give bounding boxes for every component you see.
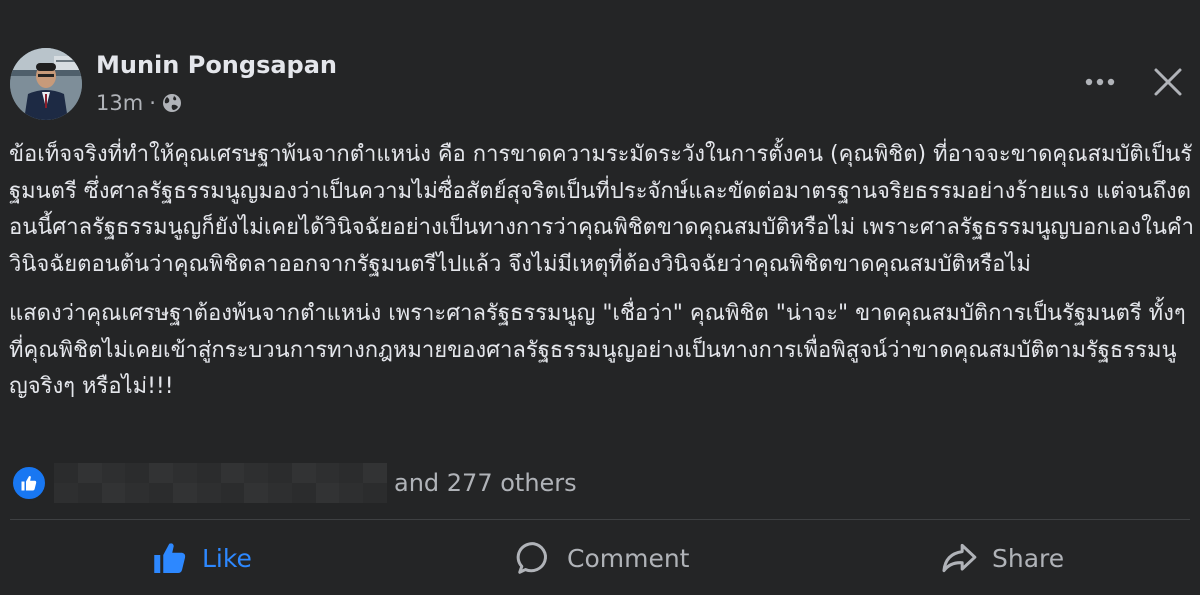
- author-name[interactable]: Munin Pongsapan: [96, 51, 337, 79]
- redaction-pixel: [101, 483, 126, 503]
- post-header: Munin Pongsapan 13m ·: [0, 0, 1200, 130]
- redaction-pixel: [363, 463, 387, 483]
- redaction-pixel: [268, 463, 292, 483]
- comment-icon: [515, 539, 553, 577]
- redaction-pixel: [125, 483, 150, 503]
- redaction-pixel: [363, 483, 387, 503]
- redaction-pixel: [77, 463, 102, 483]
- author-avatar[interactable]: [10, 48, 82, 120]
- redaction-pixel: [220, 483, 245, 503]
- actions-divider: [10, 519, 1190, 520]
- redaction-pixel: [172, 483, 197, 503]
- redaction-pixel: [315, 463, 340, 483]
- post-meta: 13m ·: [96, 91, 182, 115]
- globe-icon[interactable]: [162, 93, 182, 113]
- redaction-pixel: [125, 463, 150, 483]
- redaction-pixel: [339, 483, 364, 503]
- like-reaction-icon: [11, 465, 47, 501]
- redaction-pixel: [196, 483, 221, 503]
- close-button[interactable]: [1146, 60, 1190, 104]
- redaction-pixel: [291, 483, 316, 503]
- redaction-pixel: [149, 463, 173, 483]
- redaction-pixel: [54, 463, 78, 483]
- redaction-pixel: [220, 463, 245, 483]
- post-paragraph-1: ข้อเท็จจริงที่ทำให้คุณเศรษฐาพ้นจากตำแหน่…: [9, 142, 1194, 277]
- share-icon: [940, 539, 978, 577]
- like-button[interactable]: Like: [152, 530, 252, 586]
- more-icon: [1085, 78, 1115, 86]
- redaction-pixel: [149, 483, 173, 503]
- avatar-photo: [10, 48, 82, 120]
- comment-button[interactable]: Comment: [515, 530, 690, 586]
- post-paragraph-2: แสดงว่าคุณเศรษฐาต้องพ้นจากตำแหน่ง เพราะศ…: [9, 301, 1186, 399]
- redaction-pixel: [101, 463, 126, 483]
- redaction-pixel: [315, 483, 340, 503]
- redaction-pixel: [244, 483, 269, 503]
- share-button[interactable]: Share: [940, 530, 1064, 586]
- redaction-pixel: [244, 463, 269, 483]
- reactor-names-blurred: [54, 463, 387, 503]
- post-actions: Like Comment Share: [0, 530, 1200, 586]
- more-options-button[interactable]: [1078, 66, 1122, 98]
- close-icon: [1154, 68, 1182, 96]
- post-timestamp[interactable]: 13m: [96, 91, 143, 115]
- meta-separator: ·: [149, 91, 156, 115]
- reactions-summary[interactable]: and 277 others: [11, 462, 577, 504]
- redaction-pixel: [291, 463, 316, 483]
- redaction-pixel: [196, 463, 221, 483]
- reaction-count[interactable]: and 277 others: [394, 469, 577, 497]
- share-label: Share: [992, 543, 1065, 573]
- thumbs-up-icon: [152, 540, 188, 576]
- like-label: Like: [202, 543, 252, 573]
- redaction-pixel: [172, 463, 197, 483]
- redaction-pixel: [77, 483, 102, 503]
- redaction-pixel: [268, 483, 292, 503]
- comment-label: Comment: [567, 543, 690, 573]
- post-text: ข้อเท็จจริงที่ทำให้คุณเศรษฐาพ้นจากตำแหน่…: [9, 137, 1194, 419]
- redaction-pixel: [54, 483, 78, 503]
- redaction-pixel: [339, 463, 364, 483]
